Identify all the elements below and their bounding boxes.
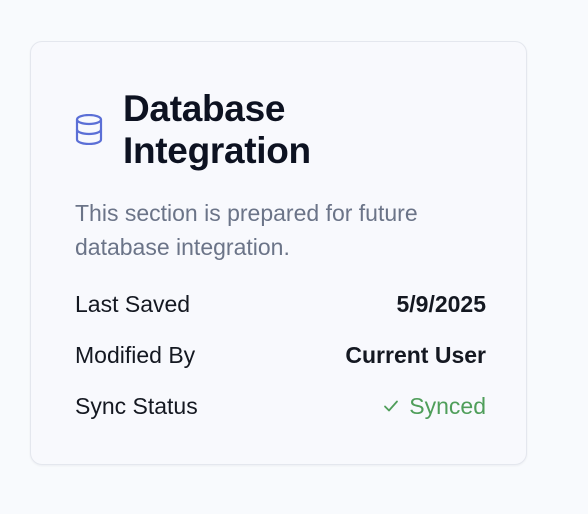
- database-integration-card: Database Integration This section is pre…: [30, 41, 527, 465]
- detail-row-last-saved: Last Saved 5/9/2025: [75, 289, 486, 319]
- sync-status-text: Synced: [409, 393, 486, 419]
- detail-row-modified-by: Modified By Current User: [75, 340, 486, 370]
- card-title: Database Integration: [123, 88, 311, 171]
- card-description: This section is prepared for future data…: [75, 200, 418, 260]
- detail-label: Last Saved: [75, 291, 191, 317]
- card-header: Database Integration: [75, 88, 383, 172]
- detail-label: Sync Status: [75, 393, 198, 419]
- detail-value: Current User: [345, 342, 486, 368]
- check-icon: [384, 400, 399, 412]
- database-icon: [75, 114, 103, 145]
- detail-value: 5/9/2025: [396, 291, 486, 317]
- detail-label: Modified By: [75, 342, 196, 368]
- detail-row-sync-status: Sync Status Synced: [75, 391, 486, 421]
- sync-status-badge: Synced: [383, 391, 486, 421]
